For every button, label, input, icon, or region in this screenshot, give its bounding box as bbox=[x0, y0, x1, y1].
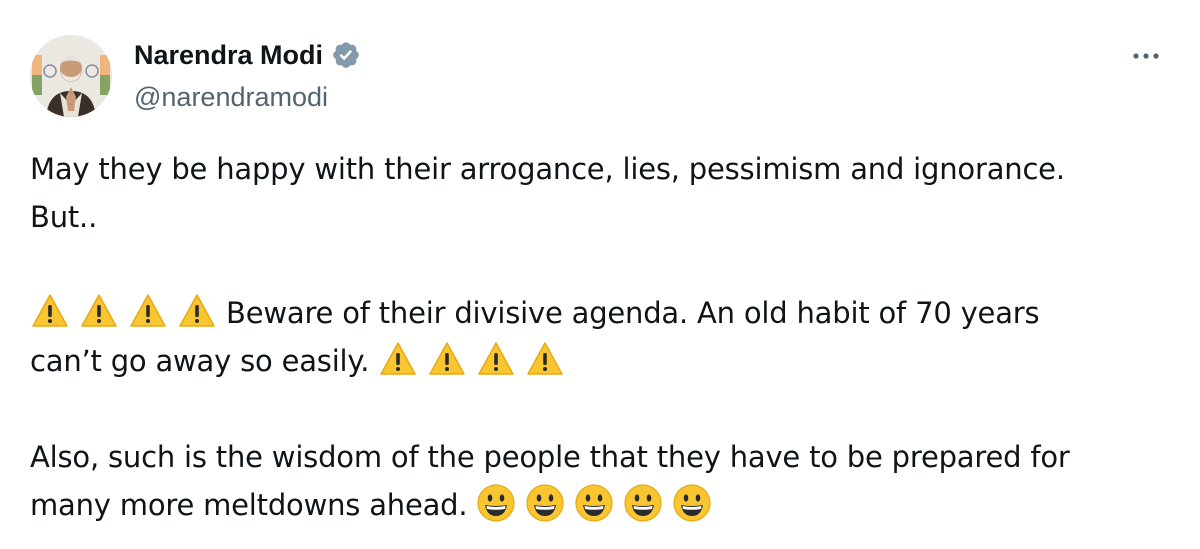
tweet-line: can’t go away so easily. bbox=[30, 337, 1180, 385]
tweet-line: May they be happy with their arrogance, … bbox=[30, 145, 1180, 193]
warning-icon bbox=[177, 291, 217, 331]
warning-icon bbox=[30, 291, 70, 331]
grinning-face-icon bbox=[574, 483, 614, 523]
tweet-line: But.. bbox=[30, 193, 1180, 241]
tweet-text-span: can’t go away so easily. bbox=[30, 344, 379, 378]
tweet-text-span: But.. bbox=[30, 200, 98, 234]
warning-emoji-group bbox=[30, 294, 217, 330]
warning-icon bbox=[427, 339, 467, 379]
tweet-text-span: Also, such is the wisdom of the people t… bbox=[30, 440, 1070, 474]
verified-badge-icon[interactable] bbox=[331, 40, 361, 70]
tweet-line: Beware of their divisive agenda. An old … bbox=[30, 289, 1180, 337]
tweet-card: Narendra Modi @narendramodi May they be … bbox=[0, 0, 1200, 549]
warning-emoji-group bbox=[378, 342, 574, 378]
tweet-body: May they be happy with their arrogance, … bbox=[30, 145, 1180, 529]
smiley-emoji-group bbox=[476, 484, 712, 522]
warning-icon bbox=[525, 339, 565, 379]
tweet-line: Also, such is the wisdom of the people t… bbox=[30, 433, 1180, 481]
warning-icon bbox=[79, 291, 119, 331]
profile-photo-icon bbox=[30, 35, 112, 117]
display-name[interactable]: Narendra Modi bbox=[134, 38, 323, 72]
more-options-icon bbox=[1133, 53, 1159, 59]
tweet-text-span: May they be happy with their arrogance, … bbox=[30, 152, 1065, 186]
more-options-button[interactable] bbox=[1124, 40, 1172, 72]
warning-icon bbox=[128, 291, 168, 331]
tweet-text-span: Beware of their divisive agenda. An old … bbox=[217, 296, 1040, 330]
grinning-face-icon bbox=[672, 483, 712, 523]
author-name-row: Narendra Modi bbox=[134, 38, 361, 72]
warning-icon bbox=[476, 339, 516, 379]
grinning-face-icon bbox=[476, 483, 516, 523]
user-handle[interactable]: @narendramodi bbox=[134, 80, 328, 114]
tweet-text-span: many more meltdowns ahead. bbox=[30, 488, 477, 522]
avatar[interactable] bbox=[30, 35, 112, 117]
warning-icon bbox=[378, 339, 418, 379]
grinning-face-icon bbox=[525, 483, 565, 523]
tweet-line: many more meltdowns ahead. bbox=[30, 481, 1180, 529]
grinning-face-icon bbox=[623, 483, 663, 523]
